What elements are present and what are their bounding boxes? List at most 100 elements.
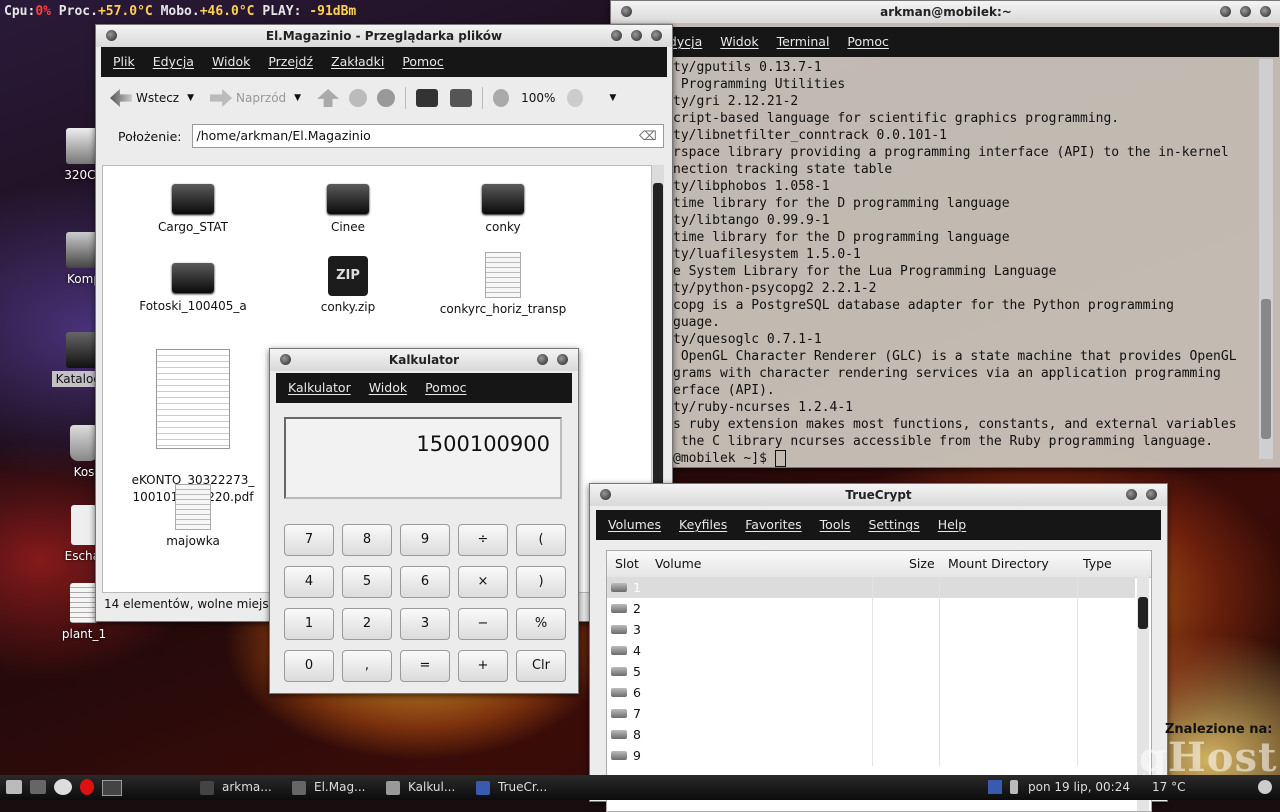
volume-slot-row[interactable]: 2 <box>607 598 1135 619</box>
calc-key[interactable]: 3 <box>400 608 450 640</box>
home-icon[interactable] <box>416 89 439 107</box>
maximize-icon[interactable] <box>1240 6 1251 17</box>
calc-key[interactable]: 1 <box>284 608 334 640</box>
close-icon[interactable] <box>557 354 568 365</box>
column-volume[interactable]: Volume <box>655 551 702 577</box>
computer-icon[interactable] <box>450 89 473 107</box>
calc-key[interactable]: = <box>400 650 450 682</box>
scrollbar-thumb[interactable] <box>1138 597 1148 629</box>
menu-widok[interactable]: Widok <box>369 380 407 395</box>
file-item[interactable]: Cinee <box>273 184 423 234</box>
file-item[interactable]: eKONTO_30322273_ 100101_100220.pdf <box>118 332 268 506</box>
menu-plik[interactable]: Plik <box>113 54 135 69</box>
scrollbar-thumb[interactable] <box>1261 299 1271 439</box>
menu-settings[interactable]: Settings <box>868 517 919 532</box>
window-menu-icon[interactable] <box>106 30 117 41</box>
calc-key[interactable]: % <box>516 608 566 640</box>
calculator-titlebar[interactable]: Kalkulator <box>270 349 578 371</box>
power-icon[interactable] <box>1258 780 1272 794</box>
terminal-launcher-icon[interactable] <box>30 780 46 794</box>
volume-slot-row[interactable]: 5 <box>607 661 1135 682</box>
column-slot[interactable]: Slot <box>615 551 639 577</box>
terminal-titlebar[interactable]: arkman@mobilek:~ <box>611 1 1280 23</box>
menu-pomoc[interactable]: Pomoc <box>847 34 888 49</box>
window-menu-icon[interactable] <box>280 354 291 365</box>
chevron-down-icon[interactable]: ▼ <box>294 93 301 103</box>
menu-help[interactable]: Help <box>938 517 967 532</box>
file-item[interactable]: Cargo_STAT <box>118 184 268 234</box>
volume-slot-row[interactable]: 7 <box>607 703 1135 724</box>
location-input[interactable]: /home/arkman/El.Magazinio ⌫ <box>191 124 664 148</box>
calc-key[interactable]: × <box>458 566 508 598</box>
calc-key[interactable]: ( <box>516 524 566 556</box>
menu-przejdz[interactable]: Przejdź <box>268 54 313 69</box>
calc-key[interactable]: , <box>342 650 392 682</box>
calc-key[interactable]: ÷ <box>458 524 508 556</box>
menu-keyfiles[interactable]: Keyfiles <box>679 517 727 532</box>
close-icon[interactable] <box>1146 489 1157 500</box>
clock[interactable]: pon 19 lip, 00:24 <box>1028 775 1130 800</box>
desktop-switch-icon[interactable] <box>102 780 122 796</box>
calc-key[interactable]: − <box>458 608 508 640</box>
browser-launcher-icon[interactable] <box>54 779 72 795</box>
volume-slot-row[interactable]: 9 <box>607 745 1135 766</box>
calculator-window[interactable]: Kalkulator Kalkulator Widok Pomoc 150010… <box>269 348 579 694</box>
back-button[interactable]: Wstecz <box>106 86 183 110</box>
terminal-output[interactable]: ty/gputils 0.13.7-1 Programming Utilitie… <box>673 59 1263 467</box>
menu-widok[interactable]: Widok <box>720 34 758 49</box>
calc-key[interactable]: 2 <box>342 608 392 640</box>
battery-icon[interactable] <box>1010 780 1018 794</box>
zoom-in-icon[interactable] <box>567 89 584 107</box>
calc-key[interactable]: 9 <box>400 524 450 556</box>
menu-launcher-icon[interactable] <box>6 780 22 794</box>
menu-pomoc[interactable]: Pomoc <box>402 54 443 69</box>
menu-pomoc[interactable]: Pomoc <box>425 380 466 395</box>
file-item[interactable]: conkyrc_horiz_transp <box>428 252 578 316</box>
file-item[interactable]: majowka <box>118 484 268 548</box>
task-calculator[interactable]: Kalkul... <box>386 775 455 800</box>
file-manager-titlebar[interactable]: El.Magazinio - Przeglądarka plików <box>96 25 672 47</box>
menu-kalkulator[interactable]: Kalkulator <box>288 380 351 395</box>
volume-list[interactable]: Slot Volume Size Mount Directory Type 1 2… <box>606 550 1152 812</box>
calc-key[interactable]: Clr <box>516 650 566 682</box>
menu-volumes[interactable]: Volumes <box>608 517 661 532</box>
calc-key[interactable]: 7 <box>284 524 334 556</box>
truecrypt-tray-icon[interactable] <box>988 780 1002 794</box>
volume-slot-row[interactable]: 4 <box>607 640 1135 661</box>
file-item[interactable]: ZIP conky.zip <box>273 256 423 314</box>
terminal-scrollbar[interactable] <box>1259 59 1273 459</box>
close-icon[interactable] <box>1260 6 1271 17</box>
clear-icon[interactable]: ⌫ <box>639 125 657 147</box>
close-icon[interactable] <box>651 30 662 41</box>
task-terminal[interactable]: arkma... <box>200 775 272 800</box>
volume-slot-row[interactable]: 8 <box>607 724 1135 745</box>
volume-slot-row[interactable]: 6 <box>607 682 1135 703</box>
forward-button[interactable]: Naprzód <box>206 86 290 110</box>
window-menu-icon[interactable] <box>621 6 632 17</box>
calc-key[interactable]: 5 <box>342 566 392 598</box>
window-menu-icon[interactable] <box>600 489 611 500</box>
chevron-down-icon[interactable]: ▼ <box>609 93 616 103</box>
task-file-manager[interactable]: El.Mag... <box>292 775 366 800</box>
minimize-icon[interactable] <box>537 354 548 365</box>
terminal-prompt-line[interactable]: @mobilek ~]$ <box>673 450 1263 467</box>
calc-key[interactable]: ) <box>516 566 566 598</box>
stop-icon[interactable] <box>349 89 368 107</box>
menu-favorites[interactable]: Favorites <box>745 517 801 532</box>
volume-slot-row[interactable]: 3 <box>607 619 1135 640</box>
zoom-out-icon[interactable] <box>493 89 510 107</box>
truecrypt-titlebar[interactable]: TrueCrypt <box>590 484 1167 506</box>
volume-slot-row[interactable]: 1 <box>607 577 1135 598</box>
calc-key[interactable]: + <box>458 650 508 682</box>
calc-key[interactable]: 6 <box>400 566 450 598</box>
maximize-icon[interactable] <box>631 30 642 41</box>
task-truecrypt[interactable]: TrueCr... <box>476 775 547 800</box>
calc-key[interactable]: 4 <box>284 566 334 598</box>
file-item[interactable]: Fotoski_100405_a <box>118 263 268 313</box>
column-type[interactable]: Type <box>1083 551 1112 577</box>
minimize-icon[interactable] <box>1126 489 1137 500</box>
arrow-up-icon[interactable] <box>317 89 340 107</box>
calc-key[interactable]: 8 <box>342 524 392 556</box>
file-item[interactable]: conky <box>428 184 578 234</box>
menu-zakladki[interactable]: Zakładki <box>331 54 384 69</box>
